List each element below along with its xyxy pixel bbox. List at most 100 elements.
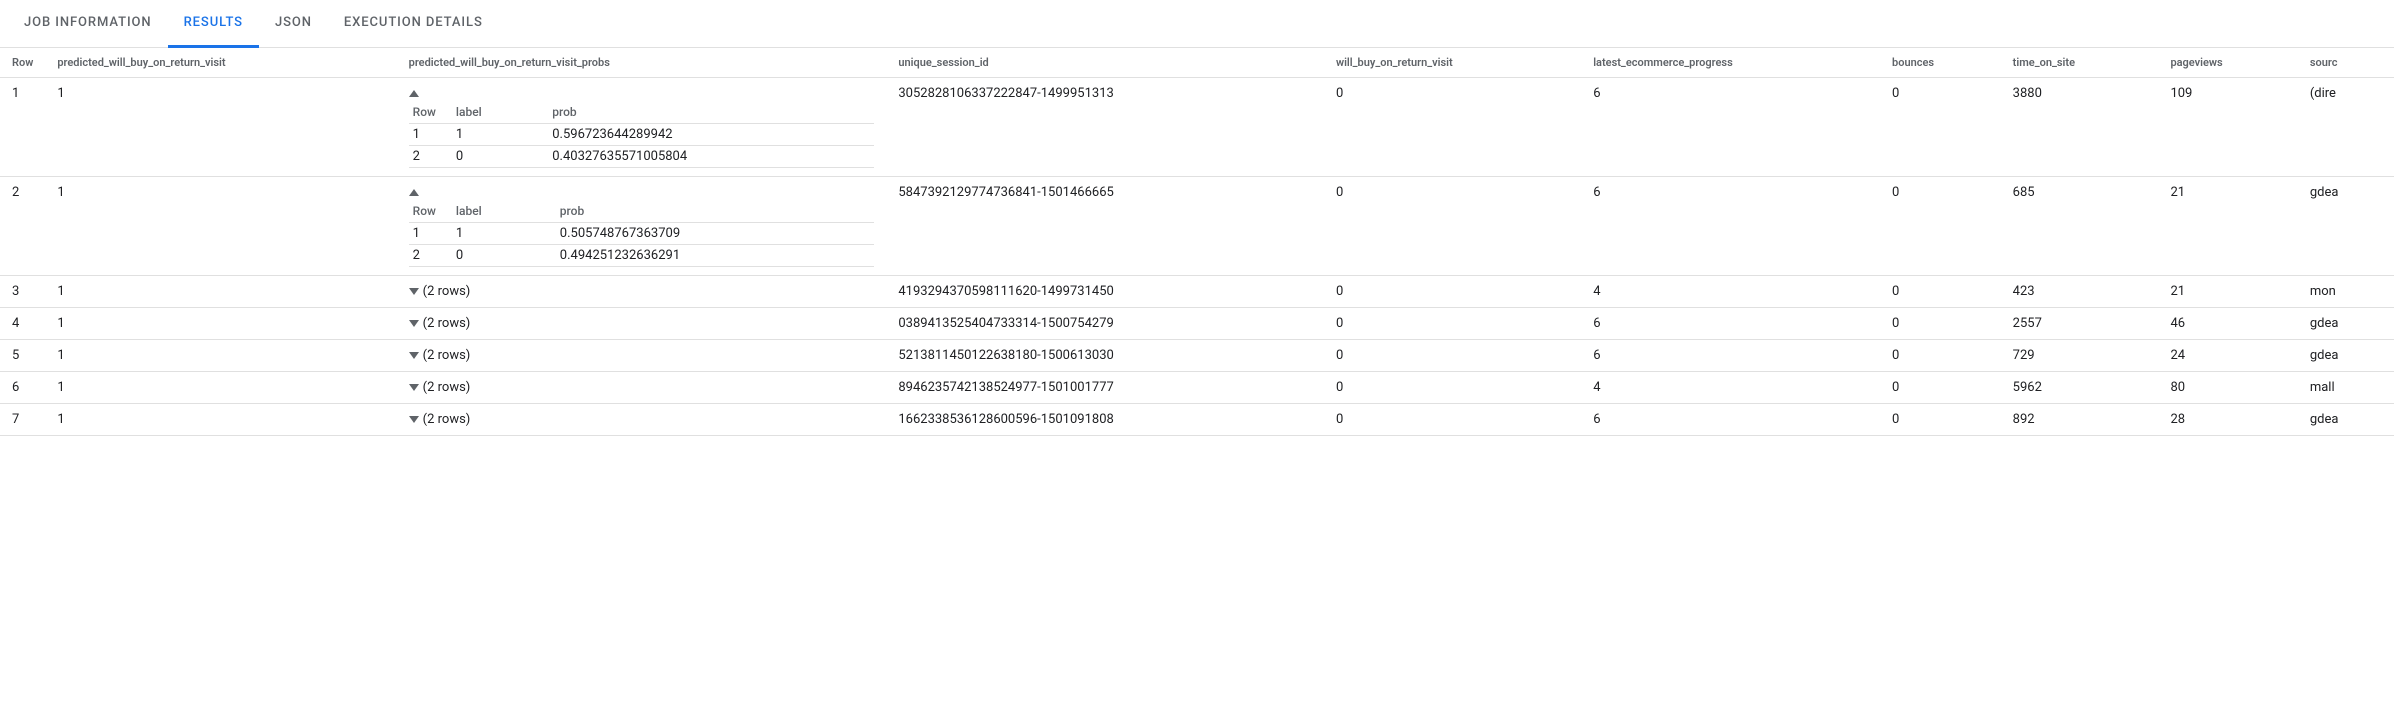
probs-row: 110.505748767363709 [409,223,875,245]
cell-unique-session-id: 89462357421385249​77-1501001777 [886,372,1324,404]
probs-cell: 0 [452,245,556,267]
cell-latest-ecommerce-progress: 4 [1581,372,1880,404]
cell-predicted-will-buy: 1 [45,340,396,372]
cell-row-number: 1 [0,78,45,177]
table-row: 41 (2 rows) 03894135254047333​14-150075427… [0,308,2394,340]
cell-source: gdea [2298,177,2394,276]
cell-source: gdea [2298,340,2394,372]
cell-will-buy: 0 [1324,78,1581,177]
table-body: 11Rowlabelprob110.596723644289942200.403… [0,78,2394,436]
cell-bounces: 0 [1880,177,2001,276]
cell-pageviews: 24 [2158,340,2297,372]
probs-col-header: Row [409,200,452,223]
probs-row: 110.596723644289942 [409,124,875,146]
cell-row-number: 7 [0,404,45,436]
probs-collapsed-label: (2 rows) [423,348,471,363]
cell-time-on-site: 2557 [2001,308,2159,340]
cell-unique-session-id: 03894135254047333​14-1500754279 [886,308,1324,340]
probs-col-header: prob [548,101,874,124]
col-header-predicted_will_buy: predicted_will_buy_on_return_visit [45,48,396,78]
cell-row-number: 5 [0,340,45,372]
cell-row-number: 4 [0,308,45,340]
cell-time-on-site: 423 [2001,276,2159,308]
cell-pageviews: 80 [2158,372,2297,404]
probs-nested-table: Rowlabelprob110.505748767363709200.49425… [409,200,875,267]
expand-icon[interactable] [409,384,419,391]
cell-predicted-will-buy: 1 [45,78,396,177]
cell-source: (dire [2298,78,2394,177]
expand-icon[interactable] [409,288,419,295]
cell-time-on-site: 685 [2001,177,2159,276]
probs-collapsed-label: (2 rows) [423,412,471,427]
cell-time-on-site: 3880 [2001,78,2159,177]
cell-time-on-site: 5962 [2001,372,2159,404]
cell-bounces: 0 [1880,78,2001,177]
cell-bounces: 0 [1880,276,2001,308]
cell-probs: (2 rows) [397,372,887,404]
cell-probs: (2 rows) [397,340,887,372]
tab-job-information[interactable]: JOB INFORMATION [8,1,168,48]
col-header-row: Row [0,48,45,78]
table-row: 51 (2 rows) 52138114501226381​80-150061303… [0,340,2394,372]
cell-unique-session-id: 30528281063372228​47-1499951313 [886,78,1324,177]
expand-icon[interactable] [409,320,419,327]
cell-time-on-site: 729 [2001,340,2159,372]
col-header-source: sourc [2298,48,2394,78]
cell-bounces: 0 [1880,372,2001,404]
tab-execution-details[interactable]: EXECUTION DETAILS [328,1,499,48]
cell-bounces: 0 [1880,340,2001,372]
expand-icon[interactable] [409,352,419,359]
probs-col-header: label [452,200,556,223]
cell-latest-ecommerce-progress: 6 [1581,78,1880,177]
cell-unique-session-id: 58473921297747368​41-1501466665 [886,177,1324,276]
tab-results[interactable]: RESULTS [168,1,259,48]
collapse-icon[interactable] [409,90,419,97]
cell-source: gdea [2298,308,2394,340]
cell-row-number: 2 [0,177,45,276]
cell-predicted-will-buy: 1 [45,404,396,436]
probs-cell: 1 [409,223,452,245]
cell-latest-ecommerce-progress: 6 [1581,340,1880,372]
cell-unique-session-id: 16623385361286005​96-1501091808 [886,404,1324,436]
col-header-latest_ecommerce_progress: latest_ecommerce_progress [1581,48,1880,78]
table-header-row: Rowpredicted_will_buy_on_return_visitpre… [0,48,2394,78]
cell-time-on-site: 892 [2001,404,2159,436]
probs-collapsed-label: (2 rows) [423,380,471,395]
collapse-icon[interactable] [409,189,419,196]
cell-pageviews: 21 [2158,276,2297,308]
probs-row: 200.403276355710058​04 [409,146,875,168]
cell-predicted-will-buy: 1 [45,308,396,340]
cell-row-number: 6 [0,372,45,404]
cell-unique-session-id: 52138114501226381​80-1500613030 [886,340,1324,372]
cell-pageviews: 21 [2158,177,2297,276]
probs-col-header: prob [556,200,875,223]
probs-cell: 2 [409,245,452,267]
table-row: 11Rowlabelprob110.596723644289942200.403… [0,78,2394,177]
table-row: 31(2 rows)41932943705981116​20-149973145… [0,276,2394,308]
cell-will-buy: 0 [1324,340,1581,372]
cell-row-number: 3 [0,276,45,308]
probs-cell: 2 [409,146,452,168]
table-row: 61(2 rows)89462357421385249​77-150100177… [0,372,2394,404]
probs-cell: 1 [452,223,556,245]
probs-col-header: label [452,101,548,124]
probs-collapsed-label: (2 rows) [423,284,471,299]
cell-latest-ecommerce-progress: 6 [1581,308,1880,340]
tab-json[interactable]: JSON [259,1,328,48]
cell-probs: (2 rows) [397,276,887,308]
expand-icon[interactable] [409,416,419,423]
cell-will-buy: 0 [1324,276,1581,308]
probs-cell: 0.505748767363709 [556,223,875,245]
probs-nested-table: Rowlabelprob110.596723644289942200.40327… [409,101,875,168]
probs-cell: 0.596723644289942 [548,124,874,146]
probs-cell: 1 [452,124,548,146]
cell-probs: (2 rows) [397,404,887,436]
cell-source: mall [2298,372,2394,404]
cell-pageviews: 109 [2158,78,2297,177]
col-header-pageviews: pageviews [2158,48,2297,78]
probs-collapsed-label: (2 rows) [423,316,471,331]
cell-pageviews: 28 [2158,404,2297,436]
cell-source: mon [2298,276,2394,308]
results-table: Rowpredicted_will_buy_on_return_visitpre… [0,48,2394,436]
cell-will-buy: 0 [1324,372,1581,404]
